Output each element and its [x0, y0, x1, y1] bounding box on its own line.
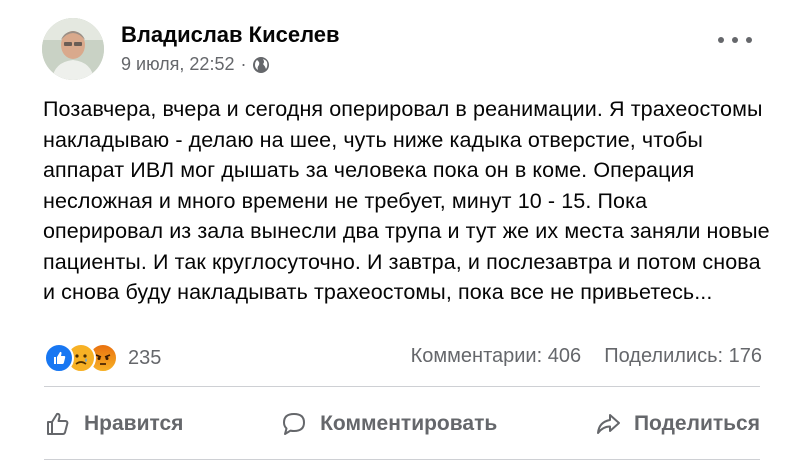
author-name[interactable]: Владислав Киселев — [121, 22, 340, 48]
comment-button-label: Комментировать — [320, 412, 498, 435]
engagement-stats: Комментарии: 406 Поделились: 176 — [411, 345, 762, 368]
globe-icon[interactable] — [252, 56, 270, 74]
comment-button[interactable]: Комментировать — [280, 410, 497, 438]
like-button-label: Нравится — [84, 412, 184, 435]
like-icon — [44, 343, 74, 373]
share-button[interactable]: Поделиться — [594, 410, 760, 438]
facebook-post: Владислав Киселев 9 июля, 22:52 · Позавч… — [0, 0, 800, 463]
meta-separator: · — [240, 54, 247, 74]
shares-count-link[interactable]: Поделились: 176 — [604, 345, 762, 367]
post-actions: Нравится Комментировать Поделиться — [44, 400, 760, 448]
avatar[interactable] — [42, 18, 104, 80]
comment-icon — [283, 413, 306, 435]
post-meta: 9 июля, 22:52 · — [121, 54, 270, 75]
divider — [44, 386, 760, 387]
thumbs-up-icon — [47, 412, 69, 435]
share-icon — [596, 414, 620, 434]
bottom-divider — [44, 459, 760, 460]
post-text: Позавчера, вчера и сегодня оперировал в … — [43, 97, 770, 304]
share-button-label: Поделиться — [633, 412, 760, 435]
comments-count-link[interactable]: Комментарии: 406 — [411, 345, 581, 367]
ellipsis-icon[interactable] — [718, 30, 752, 50]
avatar-photo — [42, 18, 104, 80]
reaction-count: 235 — [128, 346, 162, 369]
like-button[interactable]: Нравится — [44, 410, 183, 438]
post-timestamp[interactable]: 9 июля, 22:52 — [121, 54, 234, 75]
reactions-summary[interactable]: 235 — [44, 343, 161, 373]
